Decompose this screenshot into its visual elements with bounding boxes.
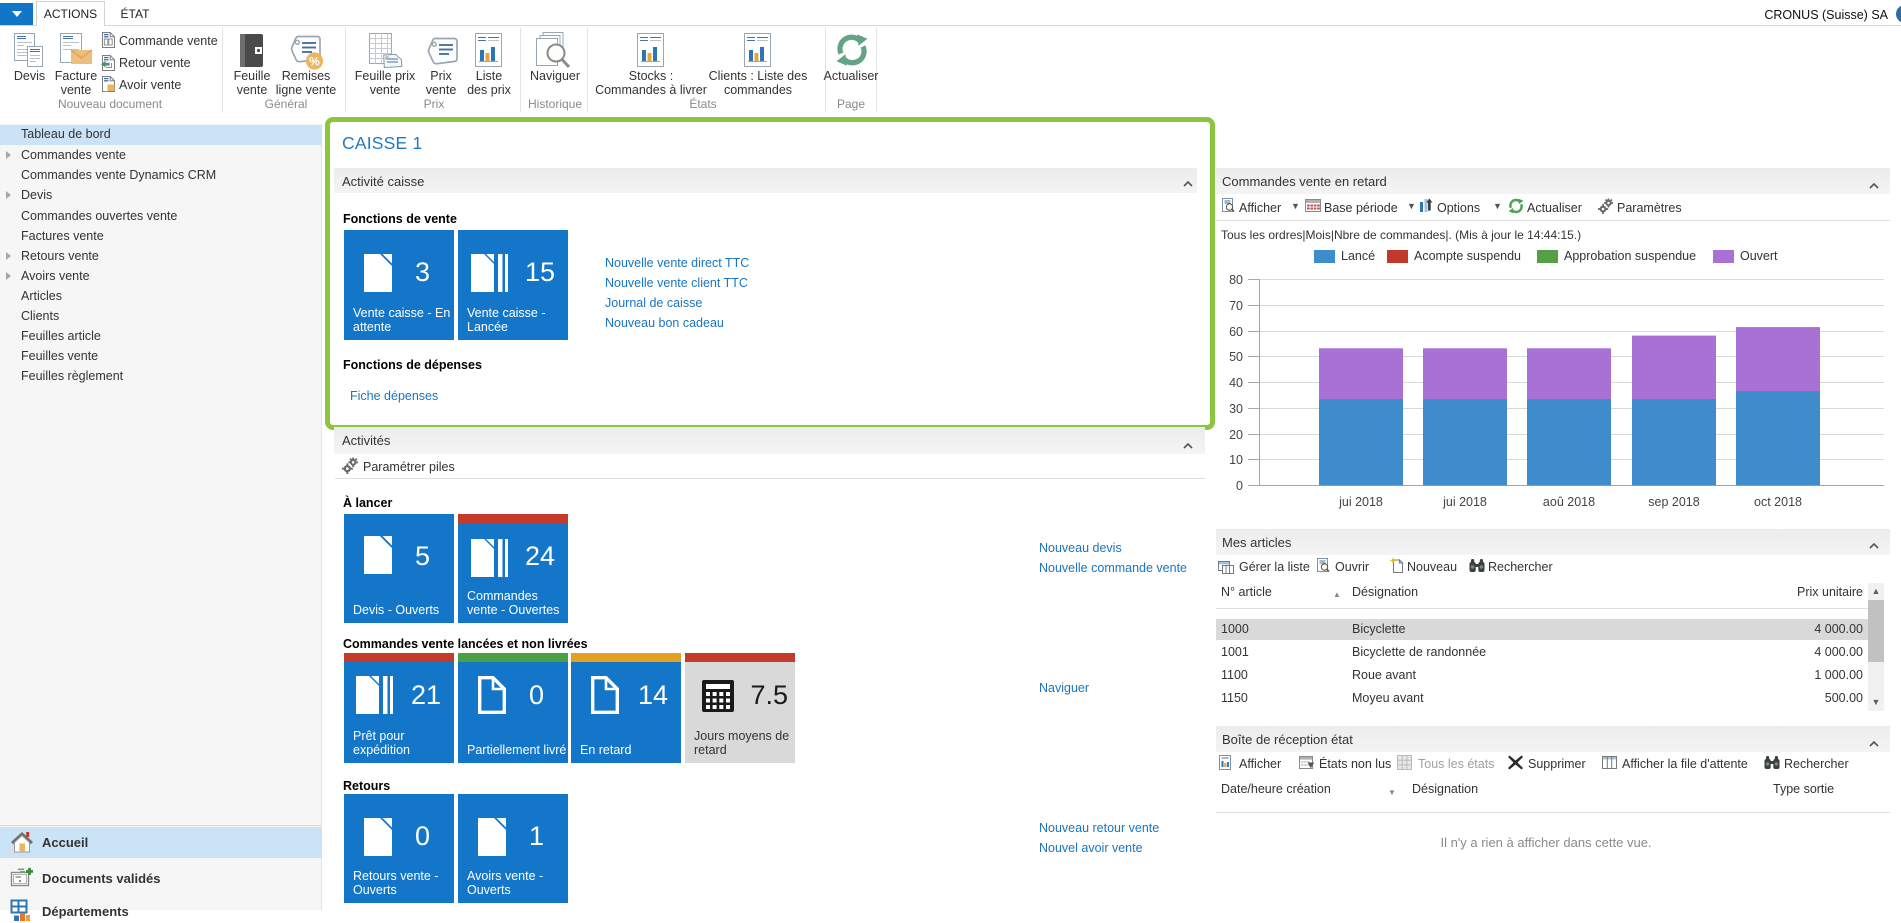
svg-text:0: 0 bbox=[1236, 479, 1243, 493]
svg-text:70: 70 bbox=[1229, 299, 1243, 313]
svg-text:60: 60 bbox=[1229, 325, 1243, 339]
svg-text:jui 2018: jui 2018 bbox=[1442, 495, 1487, 509]
svg-text:40: 40 bbox=[1229, 376, 1243, 390]
svg-text:10: 10 bbox=[1229, 453, 1243, 467]
svg-text:20: 20 bbox=[1229, 428, 1243, 442]
svg-text:jui 2018: jui 2018 bbox=[1338, 495, 1383, 509]
svg-text:50: 50 bbox=[1229, 350, 1243, 364]
svg-text:sep 2018: sep 2018 bbox=[1648, 495, 1699, 509]
svg-text:30: 30 bbox=[1229, 402, 1243, 416]
svg-text:%: % bbox=[309, 54, 320, 68]
svg-text:80: 80 bbox=[1229, 273, 1243, 287]
svg-text:oct 2018: oct 2018 bbox=[1754, 495, 1802, 509]
svg-text:aoû 2018: aoû 2018 bbox=[1543, 495, 1595, 509]
